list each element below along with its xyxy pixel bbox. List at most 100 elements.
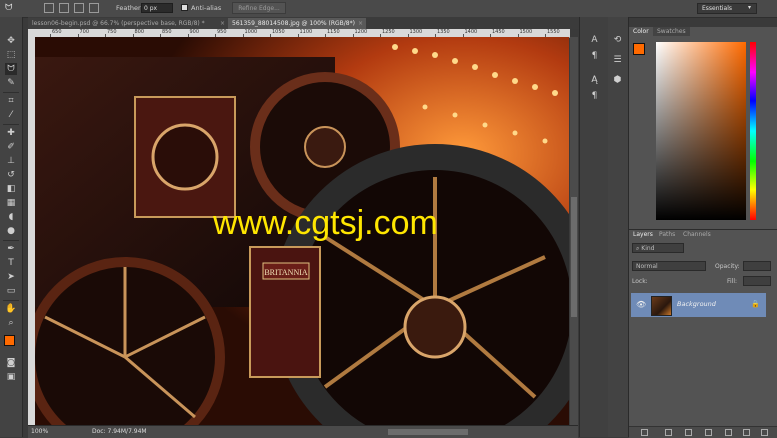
- ruler-label: 850: [162, 29, 172, 35]
- layers-panel: Layers Paths Channels ⌕ Kind Normal Opac…: [629, 229, 777, 438]
- doc-size-info[interactable]: Doc: 7.94M/7.94M: [92, 428, 147, 435]
- quick-select-tool-icon[interactable]: ✎: [5, 77, 17, 89]
- layer-thumbnail: [651, 296, 672, 316]
- layer-filter-select[interactable]: ⌕ Kind: [632, 243, 684, 253]
- ruler-label: 1000: [244, 29, 258, 35]
- tab-channels[interactable]: Channels: [679, 230, 715, 239]
- ruler-label: 1250: [382, 29, 395, 35]
- ruler-label: 1550: [547, 29, 560, 35]
- tab-561359[interactable]: 561359_88014508.jpg @ 100% (RGB/8*) ×: [228, 18, 366, 29]
- horizontal-scroll-thumb[interactable]: [388, 429, 468, 435]
- lock-icon: 🔒: [751, 300, 760, 308]
- move-tool-icon[interactable]: ✥: [5, 35, 17, 47]
- pen-tool-icon[interactable]: ✒: [5, 243, 17, 255]
- paragraph-panel-icon[interactable]: ¶: [589, 51, 600, 62]
- tab-swatches[interactable]: Swatches: [653, 27, 690, 36]
- antialias-checkbox[interactable]: [181, 4, 188, 11]
- blur-tool-icon[interactable]: ◖: [5, 211, 17, 223]
- new-selection-icon[interactable]: [44, 3, 54, 13]
- screen-mode-icon[interactable]: ▣: [5, 371, 17, 383]
- eyedropper-tool-icon[interactable]: ⁄: [5, 109, 17, 121]
- ruler-label: 1500: [519, 29, 533, 35]
- adjustment-layer-icon[interactable]: [705, 429, 712, 436]
- opacity-input[interactable]: [743, 261, 771, 271]
- lasso-tool-icon[interactable]: ᗢ: [5, 63, 17, 75]
- quick-mask-icon[interactable]: ◙: [5, 357, 17, 369]
- shape-tool-icon[interactable]: ▭: [5, 285, 17, 297]
- dodge-tool-icon[interactable]: ●: [5, 225, 17, 237]
- refine-edge-button[interactable]: Refine Edge...: [232, 2, 286, 14]
- crop-tool-icon[interactable]: ⌗: [5, 95, 17, 107]
- new-layer-icon[interactable]: [743, 429, 750, 436]
- link-layers-icon[interactable]: [641, 429, 648, 436]
- options-bar: ᗢ Feather: 0 px Anti-alias Refine Edge..…: [0, 0, 777, 18]
- watermark-text: www.cgtsj.com: [212, 204, 438, 242]
- path-select-icon[interactable]: ➤: [5, 271, 17, 283]
- ruler-label: 1350: [437, 29, 450, 35]
- layer-mask-icon[interactable]: [685, 429, 692, 436]
- close-icon[interactable]: ×: [358, 18, 363, 29]
- gradient-tool-icon[interactable]: ▦: [5, 197, 17, 209]
- feather-input[interactable]: 0 px: [141, 3, 173, 13]
- tab-color[interactable]: Color: [629, 27, 653, 36]
- clone-stamp-icon[interactable]: ⊥: [5, 155, 17, 167]
- layer-style-icon[interactable]: [665, 429, 672, 436]
- ruler-label: 650: [52, 29, 62, 35]
- tab-paths[interactable]: Paths: [655, 230, 679, 239]
- opacity-label: Opacity:: [715, 263, 740, 270]
- ruler-label: 1200: [354, 29, 368, 35]
- eye-icon[interactable]: 👁: [636, 300, 646, 309]
- layers-footer: [629, 426, 777, 438]
- zoom-level[interactable]: 100%: [31, 428, 48, 435]
- para-styles-icon[interactable]: ¶: [589, 91, 600, 102]
- filter-kind-label: Kind: [641, 245, 655, 252]
- character-panel-icon[interactable]: A: [589, 35, 600, 46]
- scroll-thumb[interactable]: [571, 197, 577, 317]
- foreground-color-swatch[interactable]: [633, 43, 645, 55]
- subtract-selection-icon[interactable]: [74, 3, 84, 13]
- ruler-label: 1400: [464, 29, 478, 35]
- new-group-icon[interactable]: [725, 429, 732, 436]
- close-icon[interactable]: ×: [220, 18, 225, 29]
- type-tool-icon[interactable]: T: [5, 257, 17, 269]
- foreground-color-swatch[interactable]: [4, 335, 15, 346]
- layer-row-background[interactable]: 👁 Background 🔒: [631, 293, 766, 317]
- eraser-tool-icon[interactable]: ◧: [5, 183, 17, 195]
- delete-layer-icon[interactable]: [761, 429, 768, 436]
- glyph-panel-icon[interactable]: Ą: [589, 75, 600, 86]
- adjustments-panel-icon[interactable]: ☰: [612, 55, 623, 66]
- fill-label: Fill:: [727, 278, 738, 285]
- blend-mode-select[interactable]: Normal: [632, 261, 706, 271]
- tab-layers[interactable]: Layers: [629, 230, 657, 239]
- zoom-tool-icon[interactable]: ⌕: [5, 317, 17, 329]
- document-canvas[interactable]: BRITANNIA www.cgtsj.com: [35, 37, 569, 425]
- color-picker-field[interactable]: [656, 42, 746, 220]
- hand-tool-icon[interactable]: ✋: [5, 303, 17, 315]
- brush-tool-icon[interactable]: ✐: [5, 141, 17, 153]
- vertical-scrollbar[interactable]: [570, 37, 578, 425]
- layer-name[interactable]: Background: [677, 300, 716, 308]
- 3d-panel-icon[interactable]: ⬢: [612, 75, 623, 86]
- ruler-label: 800: [134, 29, 145, 35]
- tab-label: lesson06-begin.psd @ 66.7% (perspective …: [32, 20, 205, 27]
- fill-input[interactable]: [743, 276, 771, 286]
- healing-brush-icon[interactable]: ✚: [5, 127, 17, 139]
- tab-label: 561359_88014508.jpg @ 100% (RGB/8*): [232, 20, 355, 27]
- ruler-label: 1450: [492, 29, 505, 35]
- ruler-label: 1150: [327, 29, 340, 35]
- history-panel-icon[interactable]: ⟲: [612, 35, 623, 46]
- chevron-down-icon[interactable]: ▾: [748, 4, 751, 11]
- lasso-tool-preset-icon[interactable]: ᗢ: [5, 3, 15, 13]
- tools-panel: ✥ ⬚ ᗢ ✎ ⌗ ⁄ ✚ ✐ ⊥ ↺ ◧ ▦ ◖ ● ✒ T ➤ ▭ ✋ ⌕ …: [0, 17, 23, 437]
- history-brush-icon[interactable]: ↺: [5, 169, 17, 181]
- marquee-tool-icon[interactable]: ⬚: [5, 49, 17, 61]
- antialias-label: Anti-alias: [191, 4, 222, 12]
- hue-slider[interactable]: [750, 42, 756, 220]
- lock-label: Lock:: [632, 278, 648, 285]
- canvas-image: BRITANNIA www.cgtsj.com: [35, 37, 569, 425]
- tab-lesson06[interactable]: lesson06-begin.psd @ 66.7% (perspective …: [28, 18, 228, 29]
- ruler-label: 900: [189, 29, 200, 35]
- add-selection-icon[interactable]: [59, 3, 69, 13]
- status-bar: 100% Doc: 7.94M/7.94M: [28, 425, 578, 438]
- intersect-selection-icon[interactable]: [89, 3, 99, 13]
